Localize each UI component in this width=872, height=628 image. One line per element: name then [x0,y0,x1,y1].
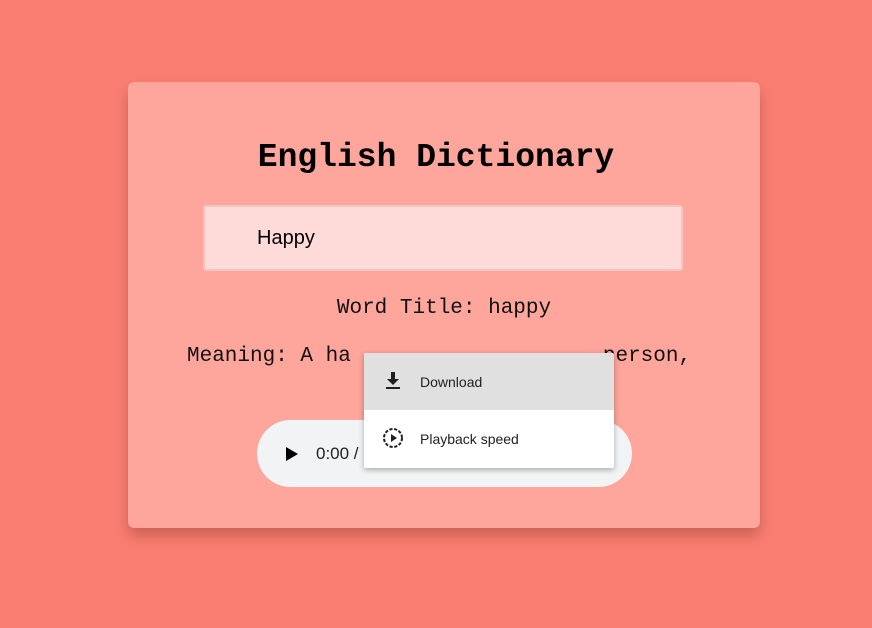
download-icon [381,369,405,393]
playback-speed-icon [381,426,405,450]
menu-item-label: Playback speed [420,431,519,447]
word-title-text: Word Title: happy [336,297,552,320]
menu-item-playback-speed[interactable]: Playback speed [364,410,614,467]
audio-context-menu: Download Playback speed [364,353,614,468]
menu-item-download[interactable]: Download [364,353,614,410]
menu-item-label: Download [420,374,483,390]
current-time: 0:00 / [316,444,359,463]
page-title: English Dictionary [257,139,615,176]
search-input[interactable] [203,205,683,271]
play-icon[interactable] [277,440,305,468]
